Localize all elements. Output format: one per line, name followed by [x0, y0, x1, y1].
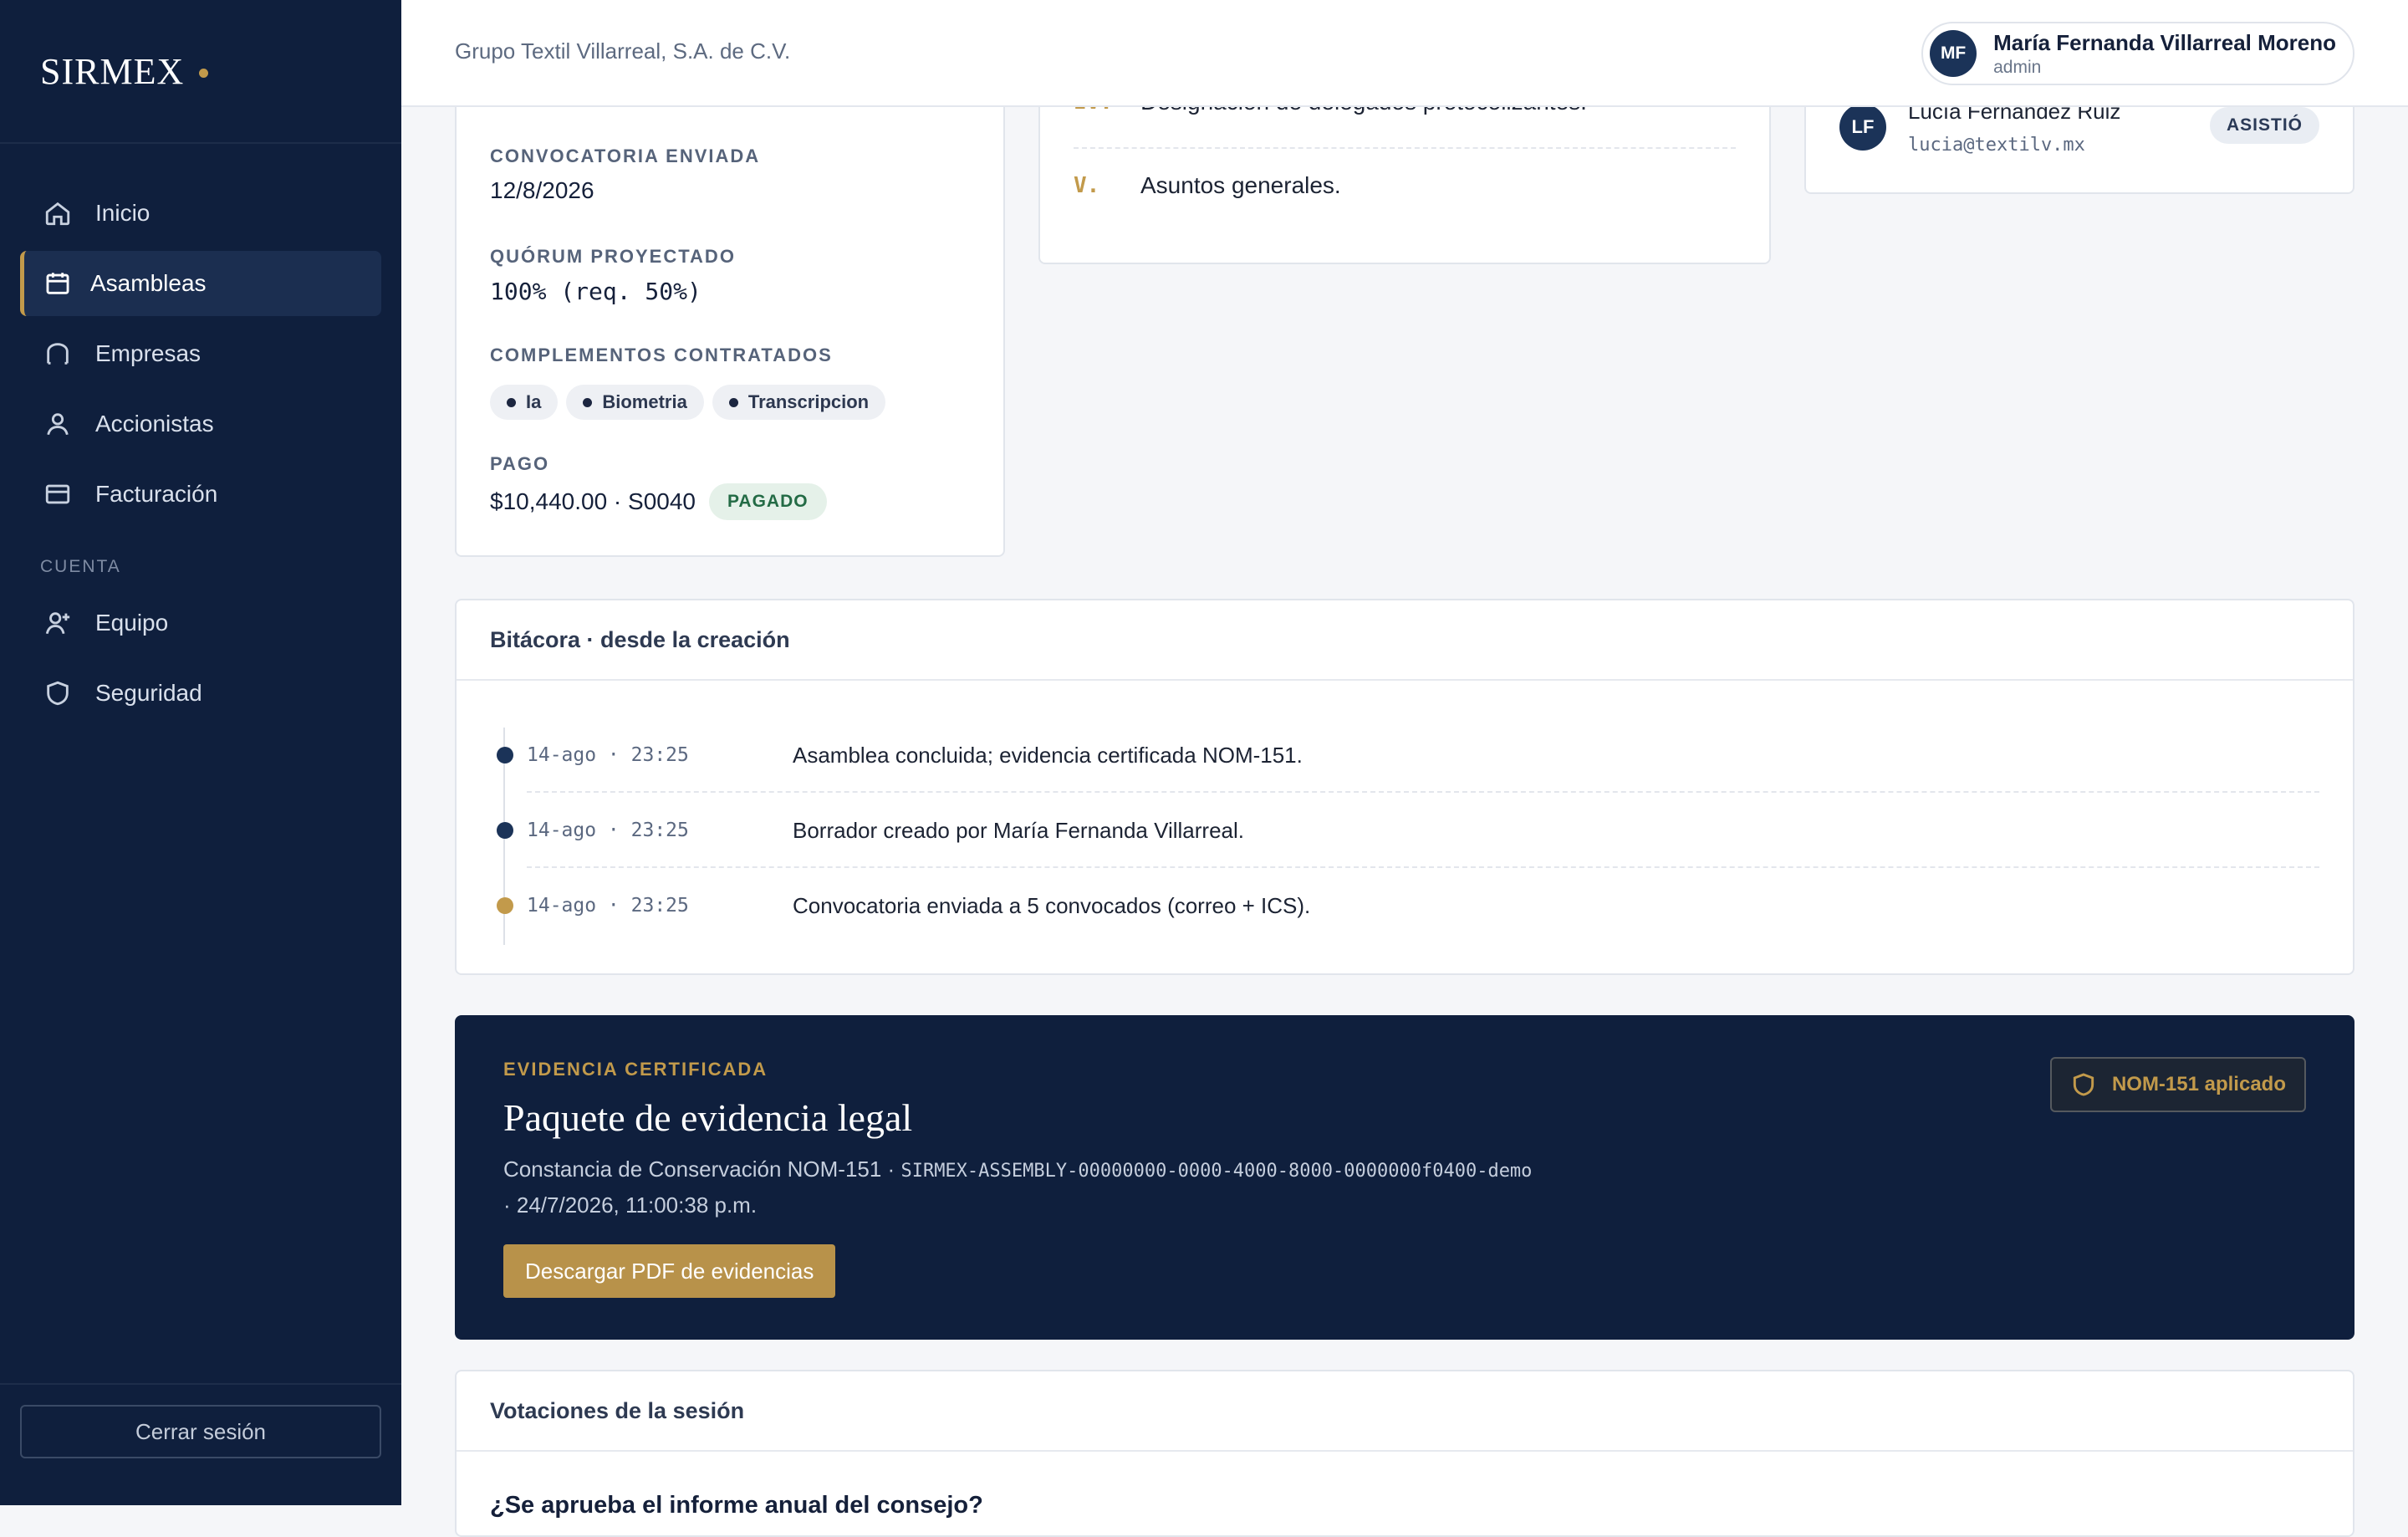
complementos-label: COMPLEMENTOS CONTRATADOS [490, 345, 833, 365]
addon-label: Transcripcion [747, 391, 870, 412]
main-nav: Inicio Asambleas Empresas Accionistas Fa… [0, 144, 401, 726]
brand-dot [199, 68, 209, 78]
attendee-info: Lucía Fernández Ruiz lucia@textilv.mx [1908, 99, 2120, 156]
agenda-number: V. [1074, 173, 1100, 198]
evidence-kicker: EVIDENCIA CERTIFICADA [503, 1059, 768, 1080]
log-text: Asamblea concluida; evidencia certificad… [793, 742, 1303, 768]
nav-label: Facturación [95, 481, 218, 507]
timeline-dot [497, 897, 513, 914]
evidence-description: Constancia de Conservación NOM-151 · SIR… [503, 1152, 1590, 1222]
user-menu[interactable]: MF María Fernanda Villarreal Moreno admi… [1921, 22, 2354, 85]
pago-value: $10,440.00 · S0040 [490, 488, 696, 514]
calendar-icon [46, 273, 69, 294]
log-time: 14-ago · 23:25 [527, 744, 689, 766]
nav-item-accionistas[interactable]: Accionistas [20, 391, 381, 457]
status-badge: PAGADO [708, 483, 827, 520]
evidence-title: Paquete de evidencia legal [503, 1096, 913, 1139]
bullet-icon [507, 397, 516, 407]
nav-item-equipo[interactable]: Equipo [20, 590, 381, 656]
convocatoria-block: CONVOCATORIA ENVIADA 12/8/2026 [490, 146, 760, 204]
evidence-desc-prefix: Constancia de Conservación NOM-151 · [503, 1157, 901, 1182]
evidence-code: SIRMEX-ASSEMBLY-00000000-0000-4000-8000-… [900, 1161, 1533, 1182]
brand[interactable]: SIRMEX [0, 0, 401, 144]
timeline-dot [497, 747, 513, 763]
addon-label: Ia [526, 391, 542, 412]
complementos-block: COMPLEMENTOS CONTRATADOS Ia Biometria Tr… [490, 345, 894, 420]
brand-logo[interactable]: SIRMEX [40, 50, 184, 93]
activity-log-card: Bitácora · desde la creación 14-ago · 23… [455, 599, 2354, 975]
pago-row: $10,440.00 · S0040 PAGADO [490, 483, 827, 520]
nom151-badge: NOM-151 aplicado [2049, 1057, 2306, 1112]
nav-label: Equipo [95, 610, 169, 636]
nav-item-inicio[interactable]: Inicio [20, 181, 381, 246]
pago-block: PAGO $10,440.00 · S0040 PAGADO [490, 453, 827, 520]
bullet-icon [583, 397, 593, 407]
logout-button[interactable]: Cerrar sesión [20, 1405, 381, 1458]
user-info: María Fernanda Villarreal Moreno admin [1993, 30, 2336, 78]
nom151-label: NOM-151 aplicado [2111, 1073, 2286, 1095]
nav-section-label: CUENTA [40, 557, 121, 576]
status-badge: ASISTIÓ [2209, 107, 2319, 144]
sidebar: SIRMEX Inicio Asambleas Empresas Accioni… [0, 0, 401, 1505]
quorum-label: QUÓRUM PROYECTADO [490, 246, 736, 267]
nav-label: Accionistas [95, 411, 214, 437]
addon-pill: Biometria [566, 385, 704, 420]
avatar: MF [1930, 30, 1977, 77]
nav-item-asambleas[interactable]: Asambleas [20, 251, 381, 316]
shield-icon [47, 681, 69, 706]
log-title: Bitácora · desde la creación [457, 600, 2353, 681]
convocatoria-label: CONVOCATORIA ENVIADA [490, 146, 761, 166]
addon-label: Biometria [602, 391, 687, 412]
log-entry: 14-ago · 23:25 Convocatoria enviada a 5 … [527, 868, 2319, 943]
nav-label: Empresas [95, 340, 202, 366]
addon-pill: Transcripcion [712, 385, 886, 420]
user-icon [47, 413, 69, 436]
log-entry: 14-ago · 23:25 Borrador creado por María… [527, 793, 2319, 868]
agenda-text: Asuntos generales. [1140, 172, 1341, 198]
log-text: Convocatoria enviada a 5 convocados (cor… [793, 892, 1311, 918]
votes-title: Votaciones de la sesión [457, 1371, 2353, 1452]
home-icon [45, 202, 70, 226]
convocatoria-value: 12/8/2026 [490, 177, 594, 203]
log-time: 14-ago · 23:25 [527, 820, 689, 841]
nav-label: Inicio [95, 200, 150, 226]
avatar: LF [1839, 104, 1886, 151]
quorum-value: 100% (req. 50%) [490, 278, 701, 305]
log-time: 14-ago · 23:25 [527, 895, 689, 917]
logout-area: Cerrar sesión [0, 1383, 401, 1505]
company-name: Grupo Textil Villarreal, S.A. de C.V. [455, 38, 791, 64]
timeline-dot [497, 822, 513, 839]
attendee-email: lucia@textilv.mx [1908, 135, 2085, 156]
vote-question: ¿Se aprueba el informe anual del consejo… [490, 1492, 983, 1519]
nav-item-seguridad[interactable]: Seguridad [20, 661, 381, 726]
log-text: Borrador creado por María Fernanda Villa… [793, 817, 1245, 843]
user-role: admin [1993, 57, 2042, 77]
quorum-block: QUÓRUM PROYECTADO 100% (req. 50%) [490, 246, 736, 305]
evidence-banner: EVIDENCIA CERTIFICADA Paquete de evidenc… [455, 1015, 2354, 1340]
nav-label: Seguridad [95, 680, 202, 706]
user-name: María Fernanda Villarreal Moreno [1993, 29, 2336, 55]
credit-card-icon [45, 484, 70, 504]
shield-icon [2073, 1073, 2094, 1096]
nav-item-empresas[interactable]: Empresas [20, 321, 381, 386]
votes-card: Votaciones de la sesión ¿Se aprueba el i… [455, 1370, 2354, 1537]
top-header: Grupo Textil Villarreal, S.A. de C.V. MF… [401, 0, 2408, 107]
addon-pill: Ia [490, 385, 559, 420]
bullet-icon [728, 397, 738, 407]
assembly-summary-card: CONVOCATORIA ENVIADA 12/8/2026 QUÓRUM PR… [455, 50, 1005, 557]
nav-label: Asambleas [90, 270, 207, 296]
divider [1074, 147, 1736, 149]
user-plus-icon [45, 612, 70, 635]
nav-item-facturacion[interactable]: Facturación [20, 462, 381, 527]
log-entry: 14-ago · 23:25 Asamblea concluida; evide… [527, 717, 2319, 793]
download-pdf-button[interactable]: Descargar PDF de evidencias [503, 1244, 836, 1298]
complementos-list: Ia Biometria Transcripcion [490, 385, 894, 420]
evidence-desc-suffix: · 24/7/2026, 11:00:38 p.m. [503, 1192, 758, 1218]
building-icon [47, 343, 69, 365]
pago-label: PAGO [490, 453, 550, 474]
agenda-item: V. Asuntos generales. [1074, 172, 1341, 199]
